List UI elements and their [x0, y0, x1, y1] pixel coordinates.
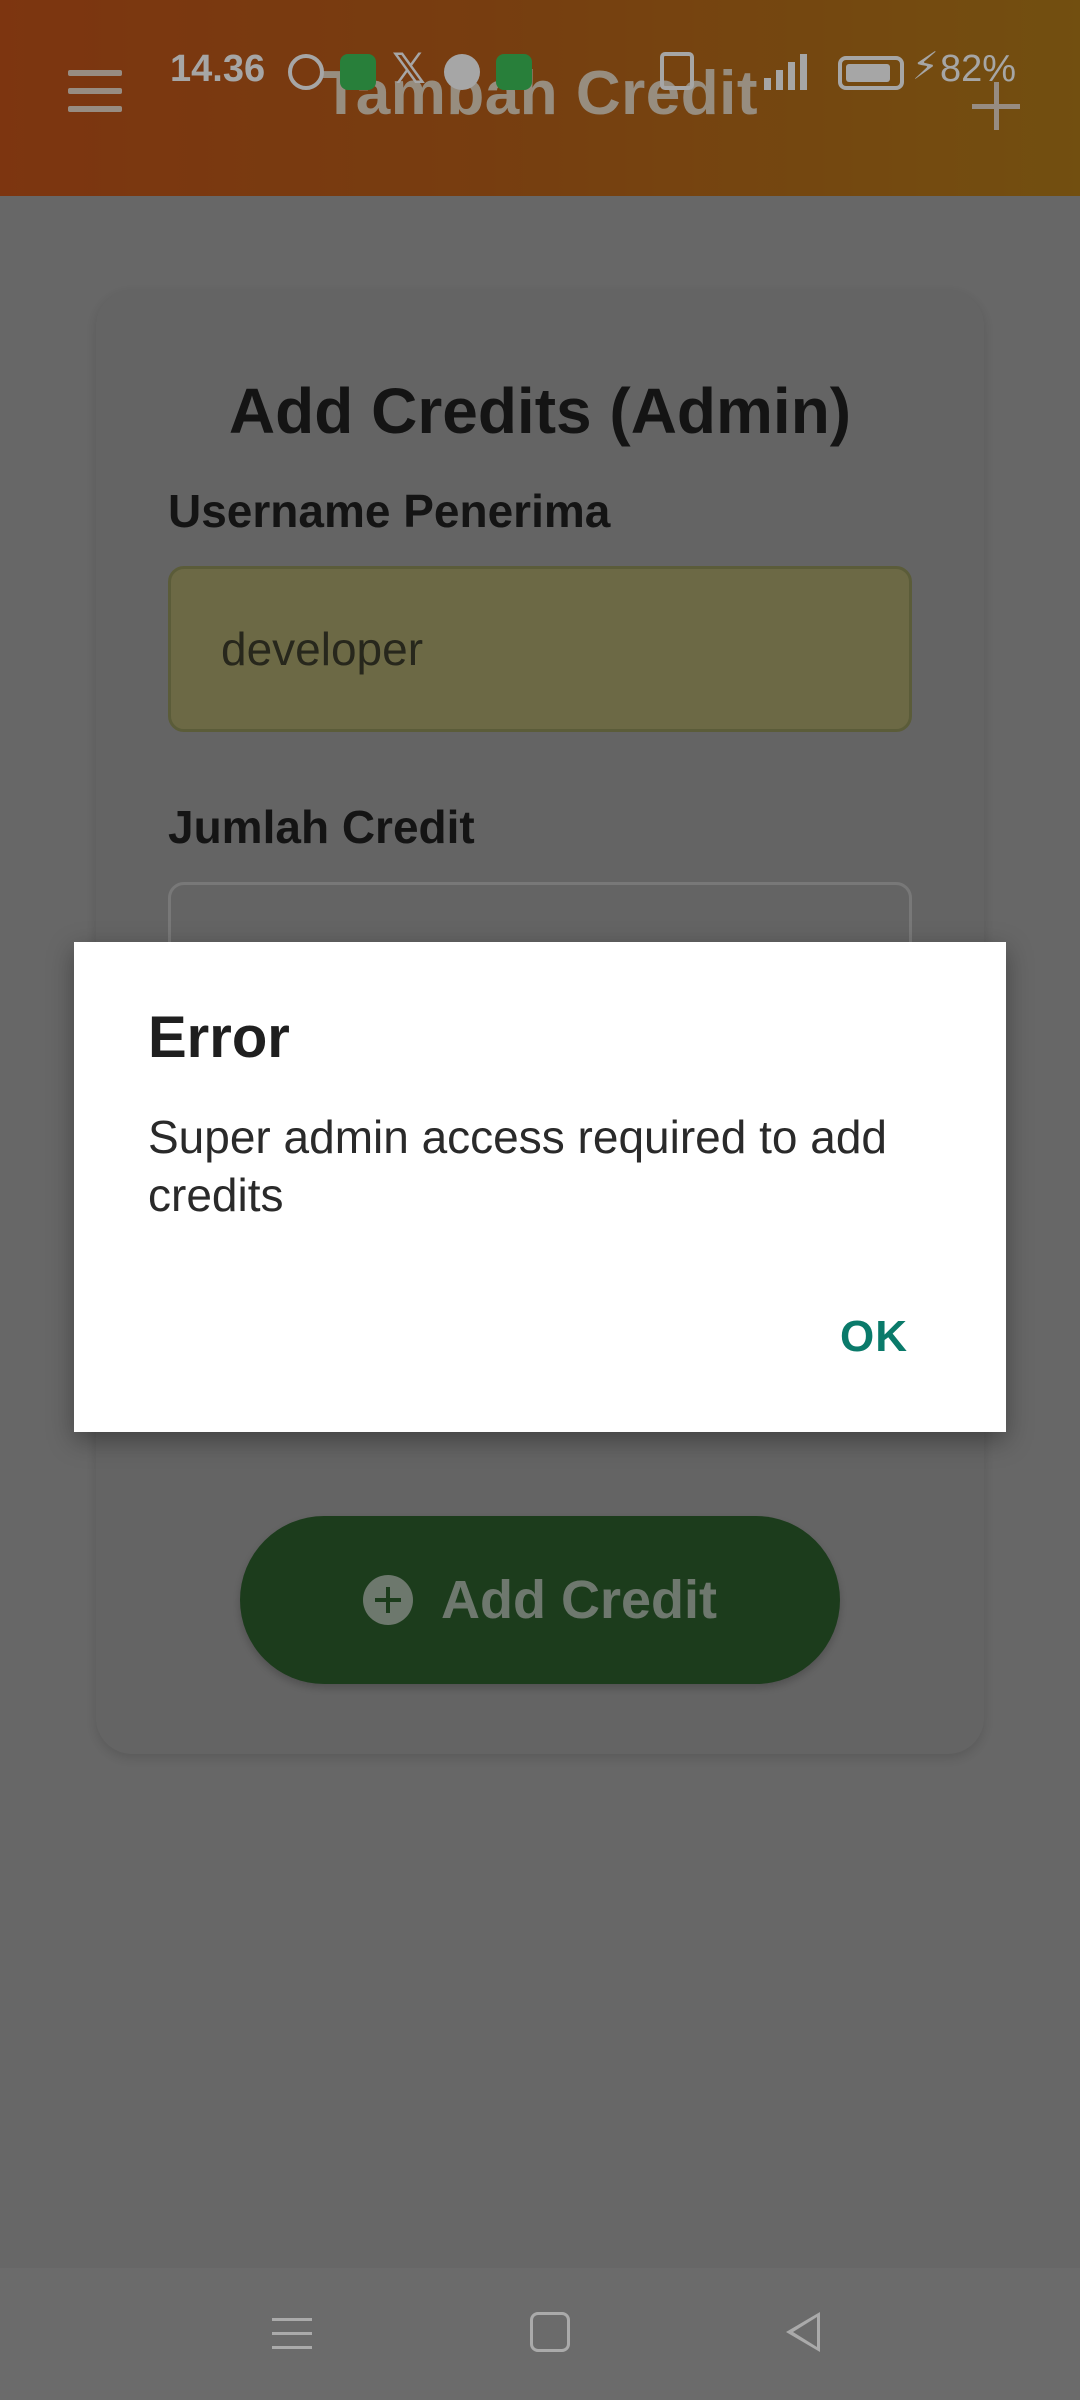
home-icon[interactable]	[530, 2312, 570, 2352]
recent-apps-icon[interactable]	[272, 2316, 312, 2352]
system-nav-bar	[0, 2268, 1080, 2400]
dialog-message: Super admin access required to add credi…	[148, 1111, 887, 1221]
ok-button[interactable]: OK	[840, 1312, 908, 1362]
dialog-title: Error	[148, 1005, 290, 1070]
back-icon[interactable]	[786, 2312, 820, 2352]
error-dialog: Error Super admin access required to add…	[74, 942, 1006, 1432]
